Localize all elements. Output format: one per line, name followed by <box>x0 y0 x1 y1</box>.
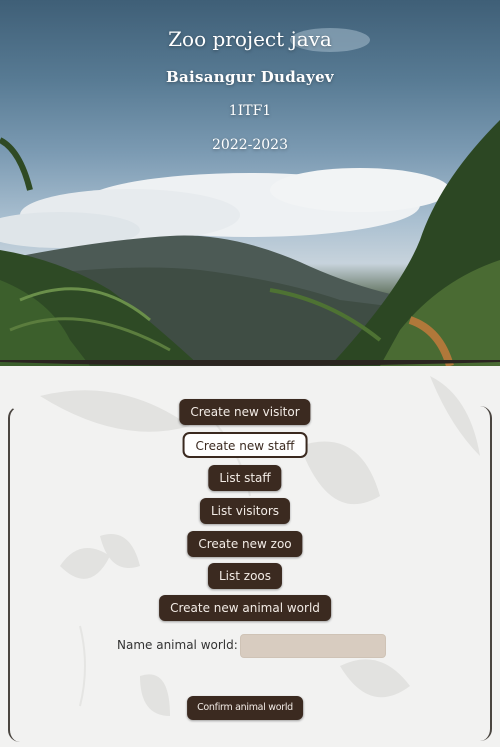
create-new-staff-button[interactable]: Create new staff <box>183 433 307 457</box>
author-name: Baisangur Dudayev <box>166 68 334 86</box>
school-year: 2022-2023 <box>212 137 288 153</box>
right-bracket-decoration <box>478 406 492 741</box>
list-staff-button[interactable]: List staff <box>208 465 282 491</box>
class-name: 1ITF1 <box>228 103 272 119</box>
animal-world-name-input[interactable] <box>240 634 386 658</box>
mountain-jungle-image <box>0 28 500 366</box>
hero-banner: Zoo project java Baisangur Dudayev 1ITF1… <box>0 0 500 366</box>
create-new-zoo-button[interactable]: Create new zoo <box>187 531 303 557</box>
list-zoos-button[interactable]: List zoos <box>207 563 283 589</box>
confirm-animal-world-button[interactable]: Confirm animal world <box>187 696 303 720</box>
create-new-visitor-button[interactable]: Create new visitor <box>179 399 311 425</box>
animal-world-name-label: Name animal world: <box>117 638 238 652</box>
create-new-animal-world-button[interactable]: Create new animal world <box>159 595 331 621</box>
left-bracket-decoration <box>8 406 22 742</box>
action-panel: Create new visitor Create new staff List… <box>0 366 500 747</box>
list-visitors-button[interactable]: List visitors <box>199 498 291 524</box>
page-title: Zoo project java <box>168 27 332 51</box>
